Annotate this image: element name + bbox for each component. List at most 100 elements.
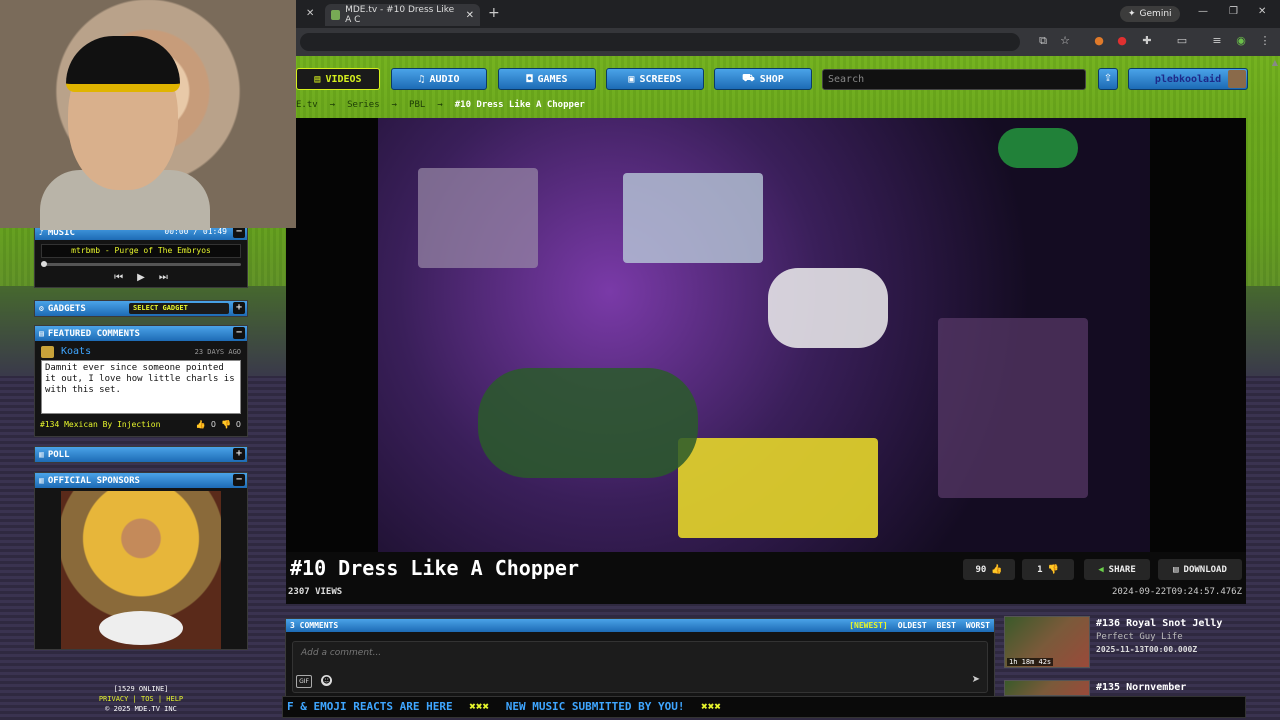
avatar[interactable] <box>1228 70 1246 88</box>
panel-title: FEATURED COMMENTS <box>47 328 140 339</box>
comment-sort: [NEWEST] OLDEST BEST WORST <box>849 621 990 630</box>
video-frame-detail <box>678 438 878 538</box>
video-letterbox <box>286 118 378 552</box>
breadcrumb-item[interactable]: Series <box>347 100 380 114</box>
breadcrumb-separator: → <box>437 100 443 110</box>
like-button[interactable]: 90 👍 <box>963 559 1015 580</box>
gear-icon: ⚙ <box>39 304 44 313</box>
video-frame-detail <box>418 168 538 268</box>
gemini-button[interactable]: ✦ Gemini <box>1120 6 1180 22</box>
download-icon: ▤ <box>1173 564 1179 575</box>
play-icon[interactable]: ▶ <box>137 272 145 283</box>
favicon-icon <box>331 10 341 20</box>
online-count: [1529 ONLINE] <box>113 685 169 693</box>
video-player[interactable] <box>378 118 1150 552</box>
related-duration: 1h 18m 42s <box>1007 658 1054 666</box>
videos-icon: ▤ <box>314 73 321 85</box>
sort-worst[interactable]: WORST <box>966 621 990 630</box>
comment-username[interactable]: Koats <box>61 346 91 357</box>
poll-header: ▥ POLL + <box>35 447 247 462</box>
nav-audio[interactable]: ♫ AUDIO <box>391 68 487 90</box>
panel-title: GADGETS <box>47 303 86 314</box>
collapse-button[interactable]: − <box>233 474 245 486</box>
nav-label: AUDIO <box>429 73 460 85</box>
upload-button[interactable]: ⇪ <box>1098 68 1118 90</box>
minimize-button[interactable]: — <box>1198 6 1208 17</box>
nav-label: SCREEDS <box>639 73 682 85</box>
bookmark-star-icon[interactable]: ☆ <box>1058 34 1072 48</box>
close-window-button[interactable]: ✕ <box>1258 6 1266 17</box>
thumbs-down-icon[interactable]: 👎 <box>221 420 231 429</box>
browser-tab[interactable]: MDE.tv - #10 Dress Like A C ✕ <box>325 4 480 26</box>
related-date: 2025-11-13T00:00.000Z <box>1096 645 1198 654</box>
ticker-separator: ✖✖✖ <box>469 700 490 713</box>
expand-button[interactable]: + <box>233 448 245 460</box>
progress-knob[interactable] <box>41 261 47 267</box>
gadgets-panel: ⚙ GADGETS SELECT GADGET + <box>34 300 248 317</box>
video-title: #10 Dress Like A Chopper <box>290 556 579 580</box>
track-progress[interactable] <box>41 261 241 267</box>
scroll-up-arrow[interactable]: ▲ <box>1272 58 1278 67</box>
nav-games[interactable]: ◘ GAMES <box>498 68 596 90</box>
close-tab-icon[interactable]: ✕ <box>466 10 474 21</box>
upload-timestamp: 2024-09-22T09:24:57.476Z <box>1111 587 1242 597</box>
like-count: 90 <box>975 564 987 575</box>
collapse-button[interactable]: − <box>233 327 245 339</box>
sponsor-image[interactable] <box>61 491 221 649</box>
thumbs-up-icon[interactable]: 👍 <box>196 420 206 429</box>
sidebar-icon[interactable]: ▭ <box>1175 34 1189 48</box>
close-tab-icon[interactable]: ✕ <box>306 8 314 19</box>
download-button[interactable]: ▤ DOWNLOAD <box>1158 559 1242 580</box>
breadcrumb: E.tv → Series → PBL → #10 Dress Like A C… <box>296 100 585 114</box>
news-ticker: F & EMOJI REACTS ARE HERE ✖✖✖ NEW MUSIC … <box>282 696 1246 718</box>
document-icon: ▣ <box>628 73 635 85</box>
extension-icon[interactable]: ● <box>1092 34 1106 48</box>
maximize-button[interactable]: ❐ <box>1229 6 1238 17</box>
previous-icon[interactable]: ⏮ <box>114 272 123 283</box>
avatar[interactable] <box>41 346 54 358</box>
ticker-text: F & EMOJI REACTS ARE HERE <box>287 700 453 713</box>
related-title[interactable]: #136 Royal Snot Jelly <box>1096 618 1222 629</box>
sponsors-panel: ▥ OFFICIAL SPONSORS − <box>34 472 248 650</box>
breadcrumb-item[interactable]: PBL <box>409 100 425 114</box>
comments-header: 3 COMMENTS [NEWEST] OLDEST BEST WORST <box>286 619 994 632</box>
search-input[interactable]: Search <box>822 69 1086 90</box>
tab-search-icon[interactable]: ≡ <box>1210 34 1224 48</box>
related-title[interactable]: #135 Nornvember <box>1096 682 1186 693</box>
sort-newest[interactable]: [NEWEST] <box>849 621 888 630</box>
send-icon[interactable]: ➤ <box>972 674 980 685</box>
comment-video-link[interactable]: #134 Mexican By Injection <box>40 420 160 429</box>
comment-age: 23 DAYS AGO <box>194 348 241 356</box>
address-bar[interactable] <box>300 33 1020 51</box>
sponsors-header: ▥ OFFICIAL SPONSORS − <box>35 473 247 488</box>
nav-shop[interactable]: ⛟ SHOP <box>714 68 812 90</box>
sparkle-icon: ✦ <box>1128 9 1136 19</box>
gamepad-icon: ◘ <box>526 73 533 85</box>
gadgets-header: ⚙ GADGETS SELECT GADGET + <box>35 301 247 316</box>
extensions-puzzle-icon[interactable]: ✚ <box>1140 34 1154 48</box>
gadget-select[interactable]: SELECT GADGET <box>129 303 229 314</box>
emoji-icon[interactable]: ☻ <box>321 675 332 686</box>
comment-input[interactable]: Add a comment... <box>292 641 988 693</box>
sort-oldest[interactable]: OLDEST <box>898 621 927 630</box>
breadcrumb-item[interactable]: E.tv <box>296 100 318 114</box>
thumbs-up-icon: 👍 <box>991 564 1003 575</box>
gif-button[interactable]: GIF <box>296 675 312 688</box>
extension-icon[interactable]: ● <box>1115 34 1129 48</box>
share-button[interactable]: ◀ SHARE <box>1084 559 1150 580</box>
nav-videos[interactable]: ▤ VIDEOS <box>296 68 380 90</box>
sort-best[interactable]: BEST <box>937 621 956 630</box>
profile-icon[interactable]: ◉ <box>1234 34 1248 48</box>
footer-links[interactable]: PRIVACY | TOS | HELP <box>34 694 248 704</box>
related-thumbnail[interactable] <box>1004 680 1090 696</box>
menu-icon[interactable]: ⋮ <box>1258 34 1272 48</box>
video-frame-detail <box>768 268 888 348</box>
featured-comments-panel: ▤ FEATURED COMMENTS − Koats 23 DAYS AGO … <box>34 325 248 437</box>
expand-button[interactable]: + <box>233 302 245 314</box>
dislike-button[interactable]: 1 👎 <box>1022 559 1074 580</box>
new-tab-button[interactable]: + <box>488 5 500 21</box>
next-icon[interactable]: ⏭ <box>159 272 168 283</box>
cast-icon[interactable]: ⧉ <box>1036 34 1050 48</box>
nav-screeds[interactable]: ▣ SCREEDS <box>606 68 704 90</box>
webcam-person-beanie <box>66 36 180 92</box>
